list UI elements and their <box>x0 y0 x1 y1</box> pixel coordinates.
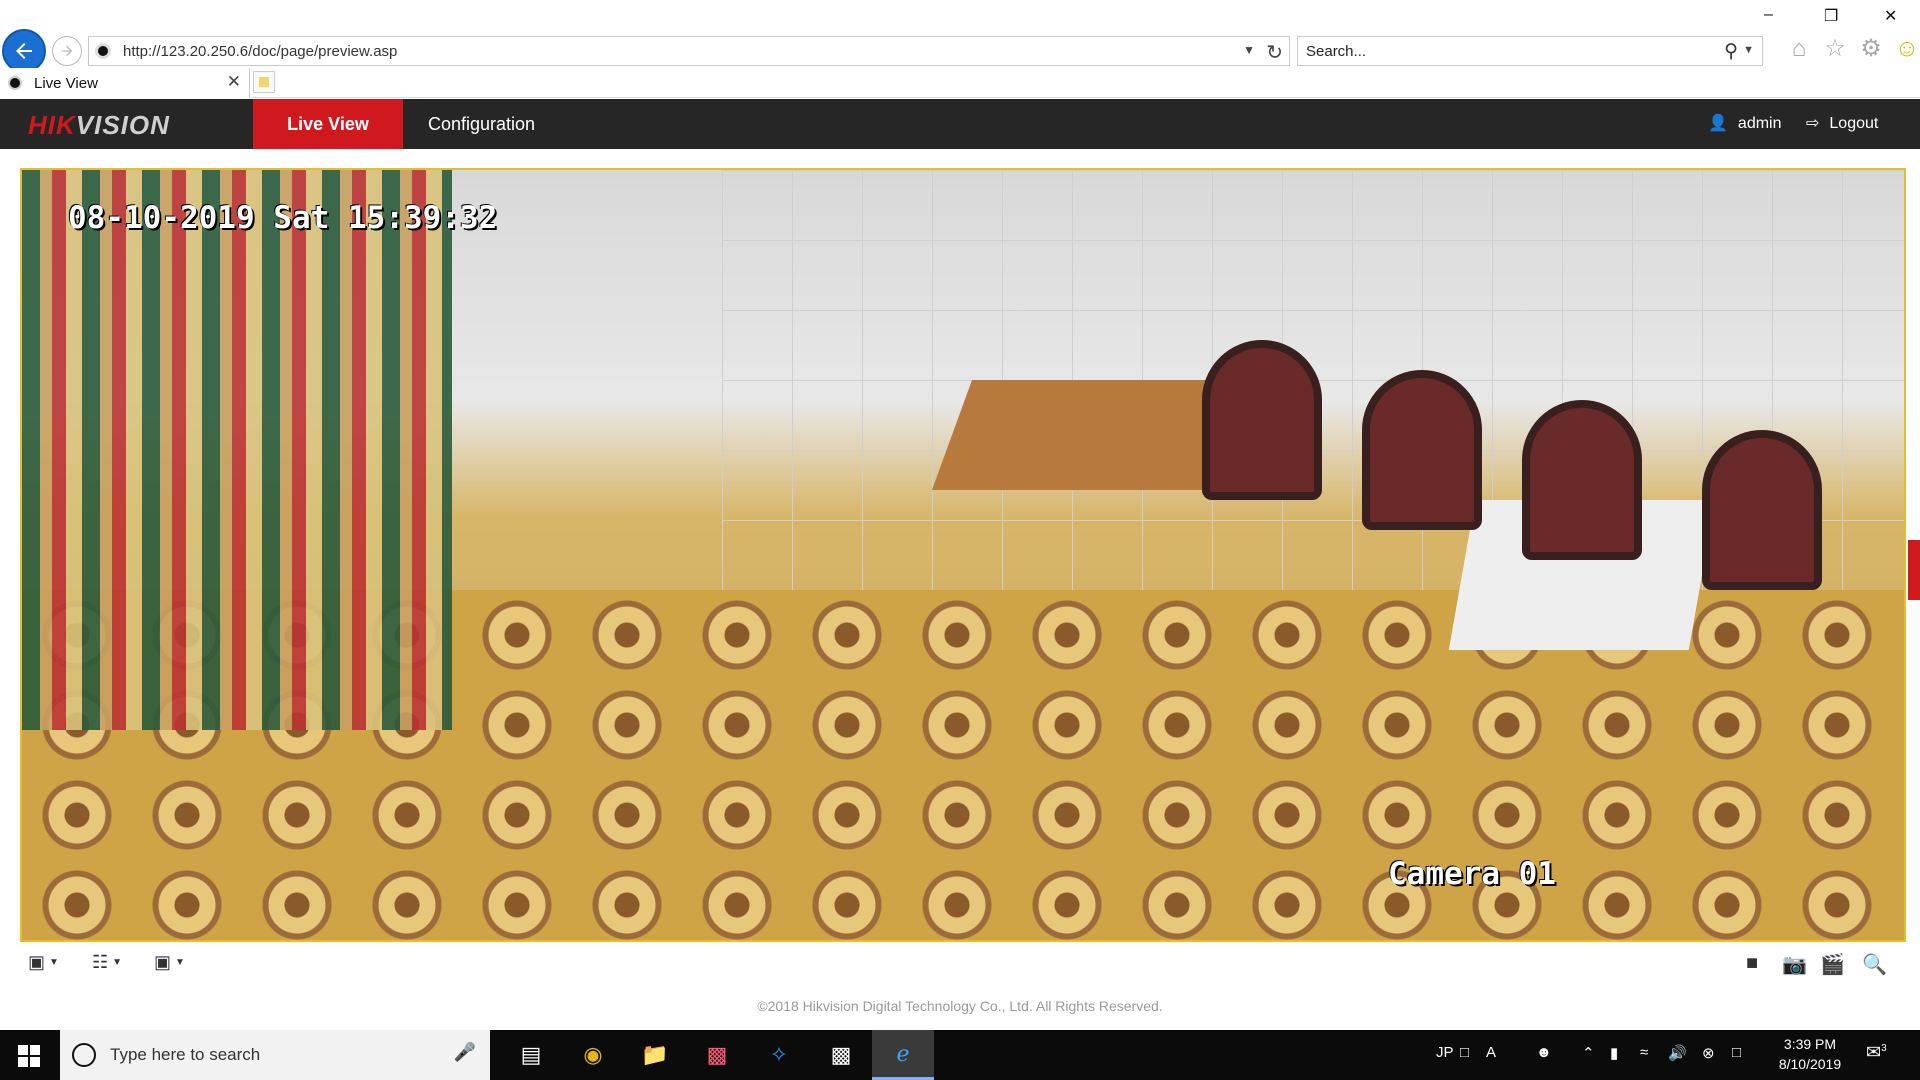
minimize-icon[interactable]: – <box>1764 6 1773 24</box>
osd-camera-name: Camera 01 <box>1388 856 1556 892</box>
video-toolbar: ▣ ▼ ☷ ▼ ▣ ▼ ■ 📷 🎬 🔍 <box>20 946 1906 986</box>
microphone-icon[interactable]: 🎤 <box>454 1042 476 1063</box>
star-icon[interactable]: ☆ <box>1822 36 1848 62</box>
stream-type-button[interactable]: ☷ ▼ <box>92 952 122 973</box>
close-window-icon[interactable]: ✕ <box>1884 6 1897 26</box>
app-header: HIKVISION Live View Configuration 👤 admi… <box>0 99 1920 149</box>
new-tab-button[interactable] <box>253 71 275 93</box>
refresh-icon[interactable]: ↻ <box>1266 40 1283 65</box>
video-chair <box>1702 430 1822 590</box>
forward-button[interactable] <box>52 36 82 66</box>
tab-live-view[interactable]: Live View ✕ <box>0 68 250 98</box>
chevron-down-icon[interactable]: ▼ <box>1243 43 1255 57</box>
file-explorer-icon[interactable]: 📁 <box>624 1030 686 1080</box>
taskbar-search-input[interactable]: Type here to search 🎤 <box>60 1030 490 1080</box>
stop-live-button[interactable]: ■ <box>1746 952 1758 975</box>
volume-icon[interactable]: 🔊 <box>1668 1044 1687 1062</box>
site-icon <box>95 43 111 59</box>
tab-configuration[interactable]: Configuration <box>428 99 535 149</box>
chrome-icon[interactable]: ◉ <box>562 1030 624 1080</box>
copyright-footer: ©2018 Hikvision Digital Technology Co., … <box>757 998 1163 1014</box>
plugin-icon: ▣ <box>154 952 172 972</box>
search-icon[interactable]: ⚲ <box>1724 40 1738 63</box>
search-placeholder: Search... <box>1306 43 1367 60</box>
vscode-icon[interactable]: ✧ <box>748 1030 810 1080</box>
system-clock[interactable]: 3:39 PM 8/10/2019 <box>1760 1034 1860 1074</box>
smiley-icon[interactable]: ☺ <box>1894 36 1920 62</box>
internet-explorer-icon[interactable]: ℯ <box>872 1030 934 1080</box>
battery-icon[interactable]: ▮ <box>1610 1044 1618 1062</box>
browser-toolbar: – ❐ ✕ http://123.20.250.6/doc/page/previ… <box>0 0 1920 73</box>
layout-icon: ▣ <box>28 952 46 972</box>
start-button[interactable] <box>0 1030 60 1080</box>
task-view-icon[interactable]: ▤ <box>500 1030 562 1080</box>
video-chair <box>1522 400 1642 560</box>
wifi-icon[interactable]: ≈ <box>1640 1044 1648 1061</box>
action-icon[interactable]: □ <box>1732 1044 1741 1061</box>
windows-taskbar: Type here to search 🎤 ▤ ◉ 📁 ▩ ✧ ▩ ℯ JP □… <box>0 1030 1920 1080</box>
tab-title: Live View <box>34 75 98 92</box>
chevron-down-icon: ▼ <box>112 957 123 968</box>
taskbar-search-placeholder: Type here to search <box>110 1045 261 1064</box>
close-icon[interactable]: ✕ <box>227 72 241 92</box>
user-icon: 👤 <box>1708 115 1728 132</box>
cortana-icon <box>72 1043 96 1067</box>
restore-icon[interactable]: ❐ <box>1824 6 1838 26</box>
taskbar-apps: ▤ ◉ 📁 ▩ ✧ ▩ ℯ <box>500 1030 934 1080</box>
logout-icon: ⇨ <box>1806 115 1820 132</box>
input-lang[interactable]: JP <box>1436 1044 1454 1061</box>
video-chair <box>1362 370 1482 530</box>
osd-timestamp: 08-10-2019 Sat 15:39:32 <box>68 200 498 236</box>
browser-right-icons: ⌂ ☆ ⚙ ☺ <box>1786 36 1920 66</box>
video-chair <box>1202 340 1322 500</box>
stream-icon: ☷ <box>92 952 109 972</box>
browser-search-input[interactable]: Search... ⚲ ▼ <box>1297 36 1763 66</box>
windows-icon <box>18 1045 40 1067</box>
close-circle-icon[interactable]: ⊗ <box>1702 1044 1715 1062</box>
zoom-icon[interactable]: 🔍 <box>1862 952 1887 977</box>
ime-icon[interactable]: □ <box>1460 1044 1469 1061</box>
tab-favicon <box>8 76 22 90</box>
username: admin <box>1737 115 1782 132</box>
terminal-icon[interactable]: ▩ <box>810 1030 872 1080</box>
notification-count: 3 <box>1881 1043 1887 1054</box>
side-panel-toggle[interactable] <box>1908 540 1920 600</box>
window-layout-button[interactable]: ▣ ▼ <box>28 952 59 973</box>
record-icon[interactable]: 🎬 <box>1820 952 1845 977</box>
chevron-down-icon: ▼ <box>175 957 185 968</box>
logout-label: Logout <box>1829 115 1879 132</box>
user-menu[interactable]: 👤 admin <box>1708 99 1782 149</box>
chevron-down-icon: ▼ <box>49 957 59 968</box>
url-text: http://123.20.250.6/doc/page/preview.asp <box>123 43 398 60</box>
people-icon[interactable]: ☻ <box>1536 1044 1552 1061</box>
ime-mode-icon[interactable]: A <box>1486 1044 1496 1061</box>
tab-live-view-nav[interactable]: Live View <box>253 99 403 149</box>
notification-icon[interactable]: ✉3 <box>1866 1042 1887 1063</box>
plugin-button[interactable]: ▣ ▼ <box>154 952 185 973</box>
camera-icon[interactable]: 📷 <box>1782 952 1807 977</box>
chevron-up-icon[interactable]: ⌃ <box>1582 1044 1595 1062</box>
video-shelf-area <box>22 170 452 730</box>
gear-icon[interactable]: ⚙ <box>1858 36 1884 62</box>
address-bar[interactable]: http://123.20.250.6/doc/page/preview.asp… <box>88 36 1290 66</box>
logout-button[interactable]: ⇨ Logout <box>1806 99 1878 149</box>
home-icon[interactable]: ⌂ <box>1786 36 1812 62</box>
live-video-view[interactable]: 08-10-2019 Sat 15:39:32 Camera 01 <box>20 168 1906 942</box>
clock-date: 8/10/2019 <box>1778 1056 1842 1072</box>
tab-bar: Live View ✕ <box>0 68 1920 98</box>
back-button[interactable] <box>2 29 46 73</box>
chevron-down-icon[interactable]: ▼ <box>1743 44 1754 56</box>
intellij-icon[interactable]: ▩ <box>686 1030 748 1080</box>
hikvision-logo: HIKVISION <box>28 110 170 140</box>
clock-time: 3:39 PM <box>1783 1036 1837 1052</box>
